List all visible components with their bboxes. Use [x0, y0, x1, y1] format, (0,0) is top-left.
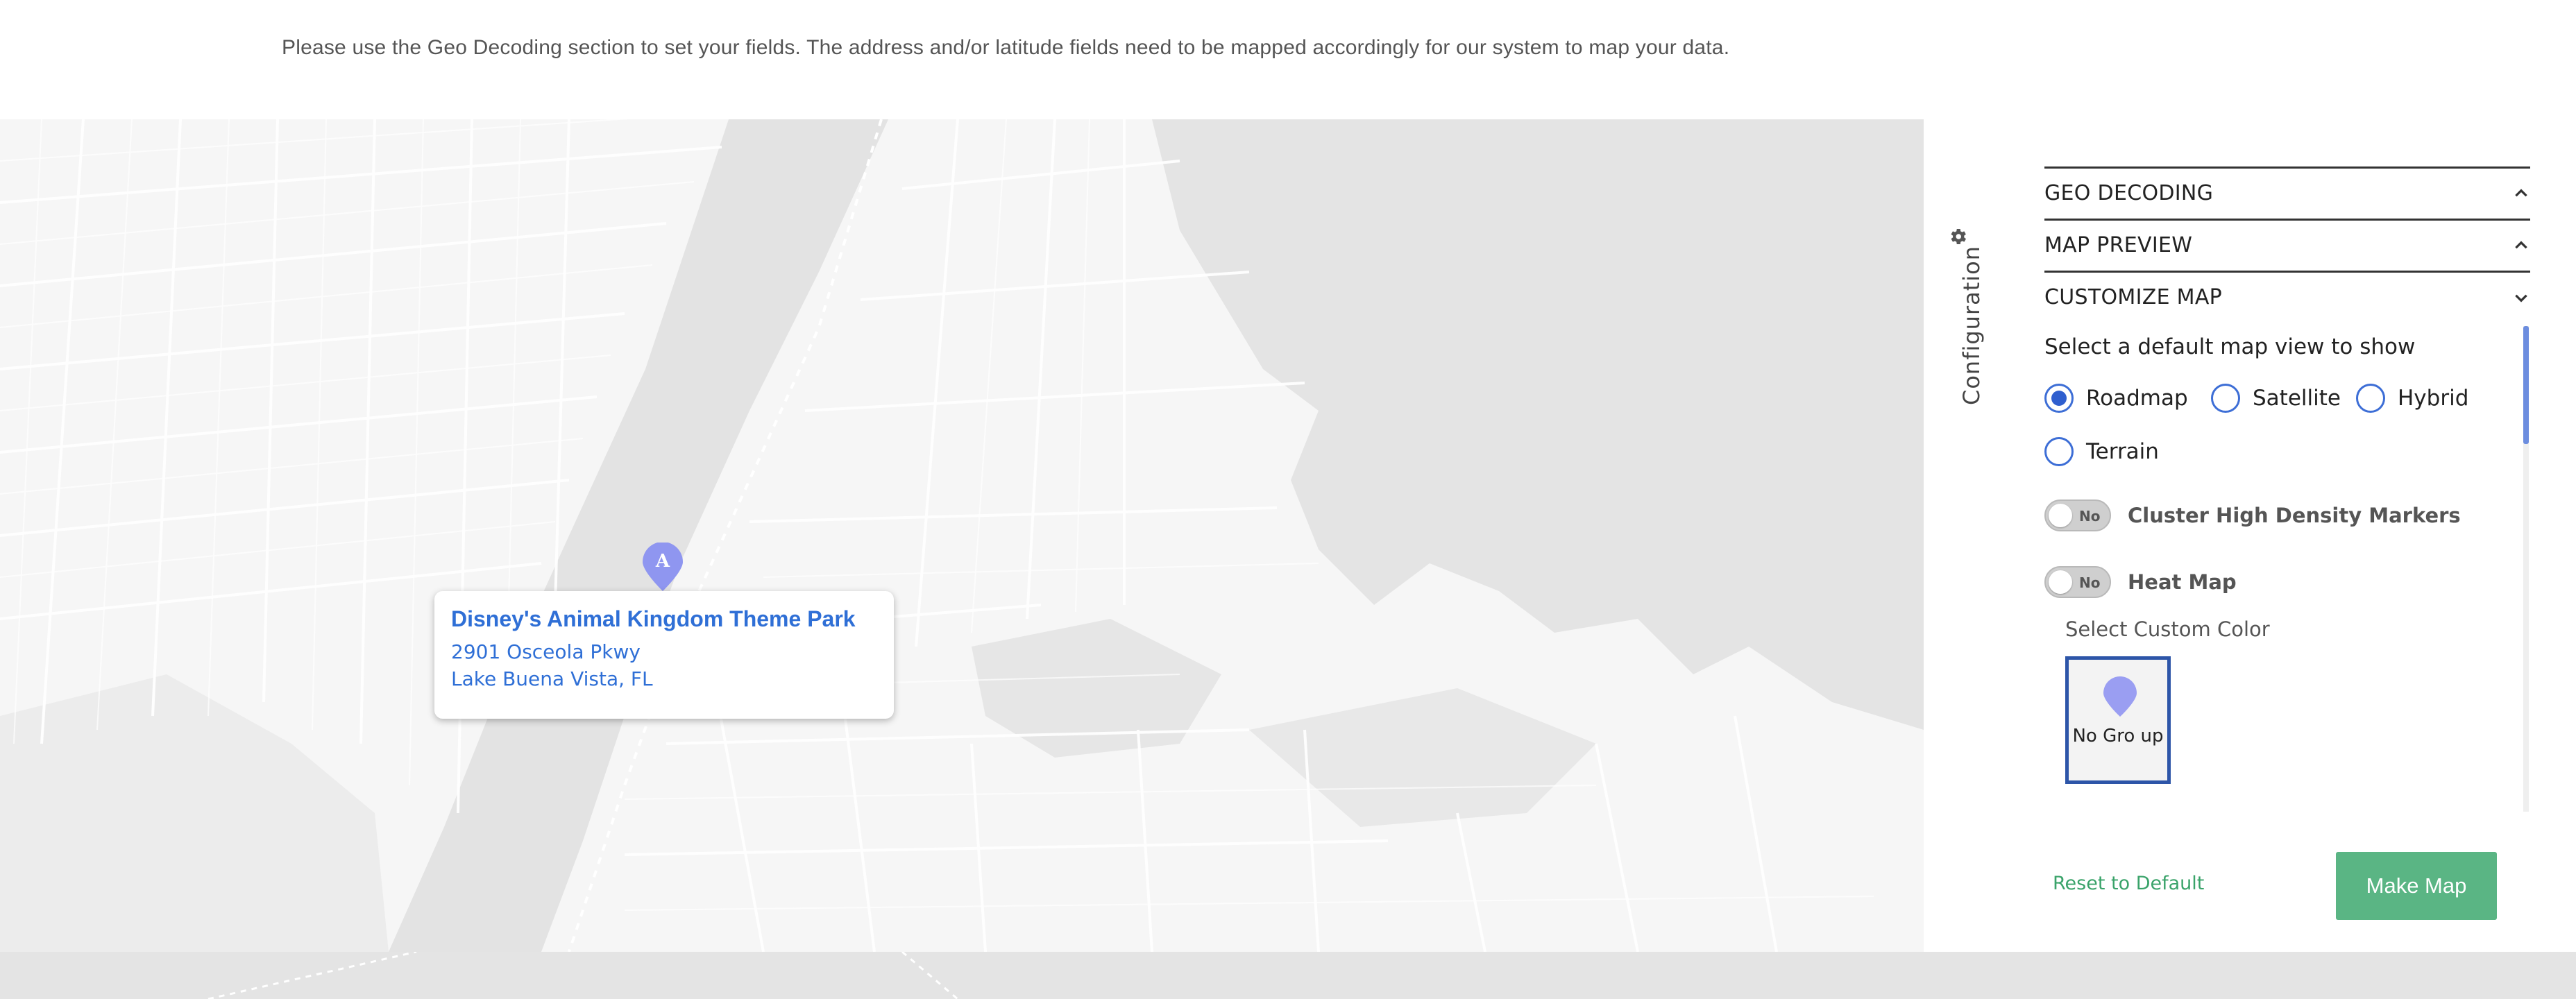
gear-icon[interactable]: [1947, 226, 1968, 247]
map-marker[interactable]: A: [641, 542, 684, 592]
radio-label: Satellite: [2253, 386, 2341, 411]
heat-map-label: Heat Map: [2128, 570, 2237, 594]
color-swatch-no-group[interactable]: No Gro up: [2065, 656, 2171, 784]
cluster-markers-row: No Cluster High Density Markers: [2044, 500, 2461, 531]
section-customize-map[interactable]: CUSTOMIZE MAP: [2044, 271, 2530, 322]
radio-circle[interactable]: [2044, 384, 2074, 413]
heat-map-row: No Heat Map: [2044, 566, 2237, 598]
map-pin-icon: [2103, 676, 2137, 717]
info-address-line2: Lake Buena Vista, FL: [451, 667, 653, 690]
map-view-heading: Select a default map view to show: [2044, 334, 2416, 359]
toggle-text: No: [2079, 574, 2101, 591]
chevron-up-icon: [2515, 188, 2527, 196]
chevron-down-icon: [2515, 294, 2527, 302]
geo-decoding-notice: Please use the Geo Decoding section to s…: [282, 36, 1730, 59]
chevron-up-icon: [2515, 240, 2527, 248]
map-info-window: Disney's Animal Kingdom Theme Park 2901 …: [434, 591, 894, 719]
swatch-label: No Gro up: [2072, 726, 2164, 746]
cluster-markers-toggle[interactable]: No: [2044, 500, 2111, 531]
map-background: [0, 119, 1924, 952]
section-geo-decoding[interactable]: GEO DECODING: [2044, 166, 2530, 218]
cluster-markers-label: Cluster High Density Markers: [2128, 504, 2461, 527]
radio-circle[interactable]: [2044, 437, 2074, 466]
map-canvas[interactable]: A Disney's Animal Kingdom Theme Park 290…: [0, 119, 1924, 952]
radio-roadmap[interactable]: Roadmap: [2044, 384, 2188, 413]
section-label: MAP PREVIEW: [2044, 233, 2193, 257]
radio-terrain[interactable]: Terrain: [2044, 437, 2159, 466]
configuration-label[interactable]: Configuration: [1958, 246, 1985, 405]
radio-label: Terrain: [2086, 439, 2159, 464]
map-bottom-strip: [0, 952, 2576, 999]
section-map-preview[interactable]: MAP PREVIEW: [2044, 219, 2530, 270]
map-strip-background: [207, 952, 958, 999]
section-label: CUSTOMIZE MAP: [2044, 285, 2223, 309]
toggle-text: No: [2079, 508, 2101, 524]
radio-hybrid[interactable]: Hybrid: [2356, 384, 2468, 413]
radio-circle[interactable]: [2356, 384, 2385, 413]
radio-circle[interactable]: [2211, 384, 2240, 413]
radio-satellite[interactable]: Satellite: [2211, 384, 2341, 413]
info-address-line1: 2901 Osceola Pkwy: [451, 640, 641, 663]
make-map-button[interactable]: Make Map: [2336, 852, 2497, 920]
radio-label: Roadmap: [2086, 386, 2188, 411]
toggle-knob: [2049, 504, 2072, 527]
panel-scrollbar-thumb[interactable]: [2523, 326, 2529, 444]
custom-color-label: Select Custom Color: [2065, 617, 2270, 641]
marker-letter: A: [655, 551, 670, 572]
section-label: GEO DECODING: [2044, 181, 2214, 205]
radio-label: Hybrid: [2398, 386, 2469, 411]
reset-to-default-link[interactable]: Reset to Default: [2053, 873, 2204, 894]
info-title: Disney's Animal Kingdom Theme Park: [451, 606, 856, 631]
heat-map-toggle[interactable]: No: [2044, 566, 2111, 598]
toggle-knob: [2049, 570, 2072, 594]
